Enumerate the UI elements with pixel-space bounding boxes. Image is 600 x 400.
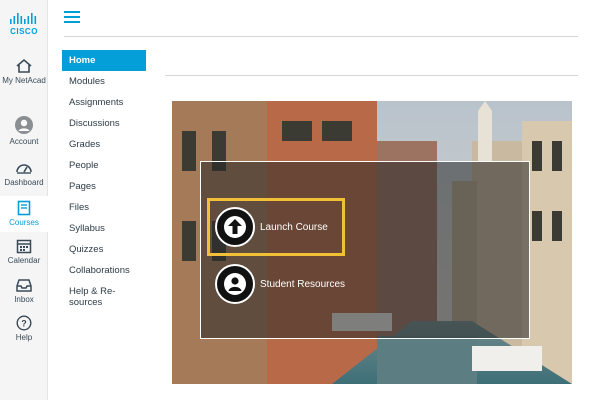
course-nav-discussions[interactable]: Discussions [62,113,146,134]
course-nav-modules[interactable]: Modules [62,71,146,92]
course-nav-people[interactable]: People [62,155,146,176]
global-nav-calendar[interactable]: Calendar [0,238,48,270]
course-nav-help-resources[interactable]: Help & Re-sources [62,281,146,309]
global-nav-account[interactable]: Account [0,115,48,151]
cisco-logo[interactable]: CISCO [0,12,48,38]
global-nav-courses[interactable]: Courses [0,196,48,232]
global-nav-label: Inbox [14,295,34,304]
global-nav-label: Account [9,137,39,146]
header-divider [64,36,578,37]
course-nav-collaborations[interactable]: Collaborations [62,260,146,281]
global-nav-my-netacad[interactable]: My NetAcad [0,58,48,106]
global-nav-label: Calendar [7,256,41,265]
global-nav-help[interactable]: ? Help [0,315,48,347]
logo-text: CISCO [10,27,38,36]
user-icon [15,116,33,134]
global-nav-dashboard[interactable]: Dashboard [0,160,48,192]
course-nav-grades[interactable]: Grades [62,134,146,155]
person-icon [215,264,255,304]
course-nav-assignments[interactable]: Assignments [62,92,146,113]
inbox-icon [16,279,32,292]
course-nav: Home Modules Assignments Discussions Gra… [62,50,146,309]
home-icon [16,58,32,73]
course-nav-files[interactable]: Files [62,197,146,218]
svg-text:?: ? [21,319,27,329]
cisco-bars-icon [10,13,37,24]
course-nav-home[interactable]: Home [62,50,146,71]
global-nav-label: My NetAcad [2,76,46,85]
book-icon [17,200,31,216]
course-nav-syllabus[interactable]: Syllabus [62,218,146,239]
global-nav-label: Help [15,333,33,342]
student-resources-button[interactable]: Student Resources [215,264,345,304]
arrow-up-icon [215,207,255,247]
course-nav-quizzes[interactable]: Quizzes [62,239,146,260]
help-icon: ? [16,315,32,331]
dashboard-icon [16,164,32,174]
global-nav-inbox[interactable]: Inbox [0,277,48,309]
course-hero-banner: Launch Course Student Resources [172,101,572,384]
student-resources-label: Student Resources [260,278,346,290]
global-nav: CISCO My NetAcad Account Dashboard Cours… [0,0,48,400]
calendar-icon [16,239,32,254]
global-nav-label: Courses [9,218,39,227]
hamburger-menu-icon[interactable] [64,11,80,25]
course-actions-panel: Launch Course Student Resources [200,161,530,339]
content-divider [165,75,578,76]
launch-course-label: Launch Course [260,221,328,233]
global-nav-label: Dashboard [4,178,44,187]
course-nav-pages[interactable]: Pages [62,176,146,197]
launch-course-button[interactable]: Launch Course [215,207,328,247]
